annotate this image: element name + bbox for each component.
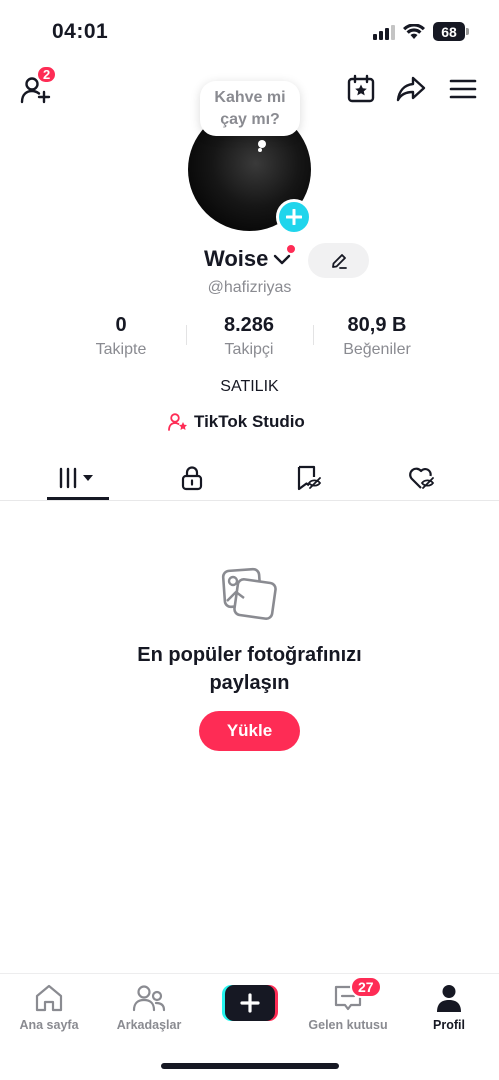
menu-icon (449, 79, 477, 99)
home-icon (35, 984, 63, 1012)
photos-icon (221, 567, 277, 620)
edit-profile-button[interactable] (308, 243, 369, 278)
nav-friends-label: Arkadaşlar (116, 1018, 182, 1032)
signal-icon (373, 24, 395, 40)
heart-hidden-icon (409, 467, 435, 489)
tiktok-studio-link[interactable]: TikTok Studio (168, 412, 305, 432)
likes-count: 80,9 B (347, 314, 407, 336)
nav-inbox[interactable]: 27 Gelen kutusu (303, 976, 393, 1032)
profile-tabs (0, 454, 499, 501)
creator-star-icon (168, 413, 187, 431)
lock-icon (181, 465, 203, 490)
followers-label: Takipçi (224, 341, 274, 358)
nav-profile[interactable]: Profil (404, 982, 494, 1032)
calendar-star-icon (347, 74, 375, 103)
notification-dot (286, 244, 296, 254)
profile-icon (437, 985, 461, 1012)
friends-icon (132, 985, 166, 1012)
stat-divider (313, 325, 314, 345)
tab-liked[interactable] (392, 454, 452, 501)
create-button[interactable] (222, 985, 278, 1021)
tab-private[interactable] (162, 454, 222, 501)
grid-icon (59, 467, 93, 488)
following-label: Takipte (95, 341, 147, 358)
profile-note[interactable]: Kahve mi çay mı? (200, 81, 300, 136)
followers-count: 8.286 (223, 314, 275, 336)
upload-button[interactable]: Yükle (199, 711, 300, 751)
nav-home-label: Ana sayfa (19, 1018, 79, 1032)
nav-profile-label: Profil (433, 1018, 465, 1032)
tiktok-studio-label: TikTok Studio (194, 412, 305, 431)
share-profile-button[interactable] (394, 73, 428, 105)
nav-home[interactable]: Ana sayfa (4, 982, 94, 1032)
status-icons: 68 (373, 22, 469, 41)
bookmark-hidden-icon (297, 465, 322, 490)
display-name: Woise (204, 246, 269, 271)
tab-reposts[interactable] (279, 454, 339, 501)
likes-stat[interactable]: 80,9 B Beğeniler (322, 314, 432, 359)
plus-icon (286, 209, 302, 225)
following-count: 0 (115, 314, 127, 336)
create-button-face (225, 985, 275, 1021)
likes-label: Beğeniler (343, 341, 411, 358)
pencil-icon (331, 253, 347, 269)
status-time: 04:01 (52, 20, 109, 43)
status-bar: 04:01 68 (0, 0, 499, 66)
avatar-detail (258, 148, 262, 152)
calendar-button[interactable] (344, 73, 378, 105)
share-icon (396, 76, 426, 102)
nav-friends[interactable]: Arkadaşlar (104, 982, 194, 1032)
plus-icon (240, 993, 260, 1013)
active-tab-indicator (47, 497, 109, 500)
profile-bio: SATILIK (220, 378, 279, 395)
nav-inbox-label: Gelen kutusu (308, 1018, 388, 1032)
stat-divider (186, 325, 187, 345)
add-friend-badge: 2 (36, 65, 58, 84)
empty-state-line2: paylaşın (209, 672, 290, 694)
add-story-button[interactable] (276, 199, 312, 235)
followers-stat[interactable]: 8.286 Takipçi (194, 314, 304, 359)
account-switcher[interactable]: Woise (204, 244, 296, 272)
battery-indicator: 68 (433, 22, 469, 41)
inbox-badge: 27 (350, 976, 382, 998)
empty-state-line1: En popüler fotoğrafınızı (137, 644, 362, 666)
note-bubble-tail (258, 140, 266, 148)
profile-note-text: Kahve mi çay mı? (214, 88, 286, 128)
home-indicator (161, 1063, 339, 1069)
following-stat[interactable]: 0 Takipte (71, 314, 171, 359)
tab-videos[interactable] (47, 454, 109, 501)
empty-state-title: En popüler fotoğrafınızı paylaşın (0, 641, 499, 697)
menu-button[interactable] (446, 74, 480, 104)
wifi-icon (403, 23, 425, 39)
chevron-down-icon (274, 254, 291, 265)
add-friend-button[interactable]: 2 (18, 65, 58, 106)
username-handle: @hafizriyas (207, 279, 292, 296)
